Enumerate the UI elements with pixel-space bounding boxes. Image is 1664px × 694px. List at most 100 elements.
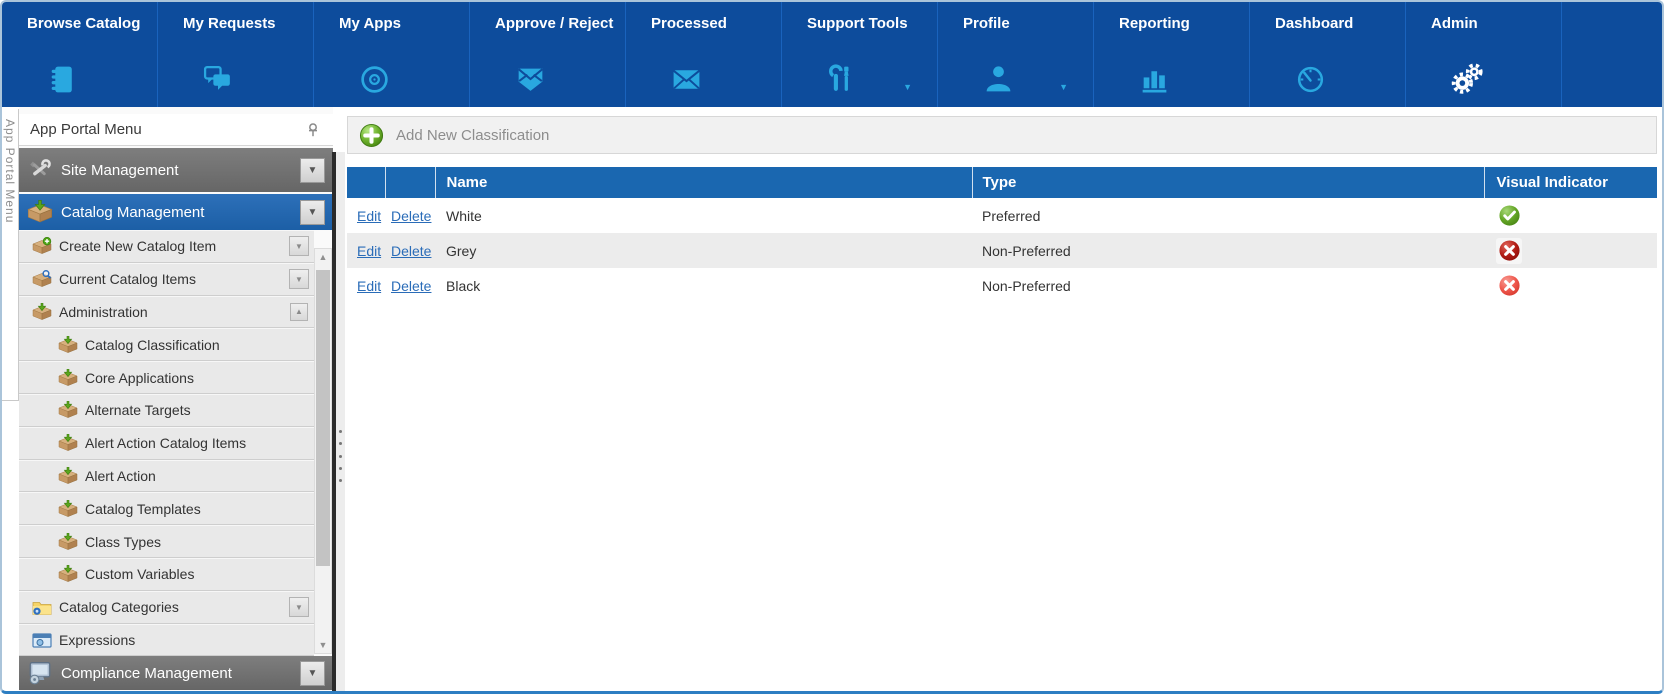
- tree-item-create-new-catalog-item[interactable]: Create New Catalog Item▼: [19, 230, 314, 263]
- item-dropdown-button[interactable]: ▼: [289, 269, 309, 289]
- tree-item-label: Alternate Targets: [85, 402, 314, 418]
- section-dropdown-button[interactable]: ▼: [300, 200, 325, 225]
- window-icon: [32, 631, 52, 649]
- tree-item-catalog-classification[interactable]: Catalog Classification: [19, 328, 314, 361]
- add-new-classification-button[interactable]: Add New Classification: [347, 116, 1657, 154]
- nav-item-label: Admin: [1431, 15, 1555, 32]
- vertical-tab-label: App Portal Menu: [3, 119, 17, 223]
- tools-icon: [826, 63, 859, 96]
- column-header-actions-0: [347, 167, 385, 198]
- delete-link[interactable]: Delete: [391, 208, 431, 224]
- name-cell: Black: [435, 268, 972, 303]
- table-header-row: NameTypeVisual Indicator: [347, 167, 1657, 198]
- tree-item-label: Catalog Categories: [59, 599, 289, 615]
- edit-link[interactable]: Edit: [357, 278, 381, 294]
- gauge-icon: [1294, 63, 1327, 96]
- envelope-shield-icon: [514, 63, 547, 96]
- nav-item-my-apps[interactable]: My Apps: [314, 2, 470, 107]
- scrollbar-thumb[interactable]: [316, 270, 330, 566]
- tree-item-alternate-targets[interactable]: Alternate Targets: [19, 394, 314, 427]
- delete-link[interactable]: Delete: [391, 278, 431, 294]
- edit-link[interactable]: Edit: [357, 243, 381, 259]
- chevron-down-icon[interactable]: ▼: [1059, 82, 1068, 92]
- nav-item-profile[interactable]: Profile ▼: [938, 2, 1094, 107]
- nav-item-approve-reject[interactable]: Approve / Reject: [470, 2, 626, 107]
- table-row-white: EditDeleteWhitePreferred: [347, 198, 1657, 233]
- item-dropdown-button[interactable]: ▼: [289, 597, 309, 617]
- nav-item-label: Browse Catalog: [27, 15, 151, 32]
- tree-item-expressions[interactable]: Expressions: [19, 624, 314, 657]
- section-label: Site Management: [61, 162, 300, 179]
- nav-item-label: Profile: [963, 15, 1087, 32]
- splitter-grip-icon: [339, 430, 342, 482]
- column-header-type: Type: [972, 167, 1484, 198]
- chevron-down-icon[interactable]: ▼: [903, 82, 912, 92]
- item-dropdown-button[interactable]: ▼: [289, 236, 309, 256]
- tree-item-custom-variables[interactable]: Custom Variables: [19, 558, 314, 591]
- crossed-tools-icon: [27, 158, 53, 182]
- tree-item-alert-action[interactable]: Alert Action: [19, 460, 314, 493]
- section-dropdown-button[interactable]: ▼: [300, 661, 325, 686]
- scroll-up-arrow[interactable]: ▲: [315, 249, 331, 265]
- tree-item-label: Administration: [59, 304, 290, 320]
- app-portal-menu-panel: App Portal Menu Site Management▼Catalog …: [19, 107, 333, 694]
- nav-item-browse-catalog[interactable]: Browse Catalog: [2, 2, 158, 107]
- tree-item-label: Catalog Templates: [85, 501, 314, 517]
- box-arrow-icon: [58, 336, 78, 354]
- box-arrow-icon: [32, 303, 52, 321]
- folder-gear-icon: [32, 598, 52, 616]
- nav-filler: [1562, 2, 1662, 107]
- sidebar-section-compliance-management[interactable]: Compliance Management▼: [19, 656, 333, 690]
- tree-item-label: Current Catalog Items: [59, 271, 289, 287]
- box-arrow-icon: [58, 467, 78, 485]
- tree-item-catalog-templates[interactable]: Catalog Templates: [19, 492, 314, 525]
- box-search-icon: [32, 270, 52, 288]
- sidebar-section-site-management[interactable]: Site Management▼: [19, 148, 333, 192]
- section-label: Catalog Management: [61, 204, 300, 221]
- nav-item-my-requests[interactable]: My Requests: [158, 2, 314, 107]
- column-header-actions-1: [385, 167, 435, 198]
- tree-item-administration[interactable]: Administration▲: [19, 296, 314, 329]
- tree-item-label: Core Applications: [85, 370, 314, 386]
- app-portal-window: Browse Catalog My Requests My Apps Approve …: [0, 0, 1664, 694]
- nav-item-support-tools[interactable]: Support Tools ▼: [782, 2, 938, 107]
- type-cell: Non-Preferred: [972, 233, 1484, 268]
- section-label: Compliance Management: [61, 665, 300, 682]
- section-dropdown-button[interactable]: ▼: [300, 158, 325, 183]
- person-icon: [982, 63, 1015, 96]
- tree-item-core-applications[interactable]: Core Applications: [19, 361, 314, 394]
- delete-link[interactable]: Delete: [391, 243, 431, 259]
- nav-item-reporting[interactable]: Reporting: [1094, 2, 1250, 107]
- nav-item-admin[interactable]: Admin: [1406, 2, 1562, 107]
- panel-splitter[interactable]: [336, 152, 345, 692]
- sidebar-section-catalog-management[interactable]: Catalog Management▼: [19, 194, 333, 230]
- tree-item-alert-action-catalog-items[interactable]: Alert Action Catalog Items: [19, 427, 314, 460]
- tree-item-label: Class Types: [85, 534, 314, 550]
- nav-item-label: Support Tools: [807, 15, 931, 32]
- nav-item-label: Processed: [651, 15, 775, 32]
- sidebar-scrollbar[interactable]: ▲ ▼: [314, 248, 332, 654]
- box-arrow-icon: [58, 500, 78, 518]
- chat-bubbles-icon: [202, 63, 235, 96]
- nav-item-processed[interactable]: Processed: [626, 2, 782, 107]
- envelope-icon: [670, 63, 703, 96]
- nav-item-label: Approve / Reject: [495, 15, 619, 32]
- nav-item-label: My Requests: [183, 15, 307, 32]
- box-plus-icon: [32, 237, 52, 255]
- nav-item-dashboard[interactable]: Dashboard: [1250, 2, 1406, 107]
- tree-item-class-types[interactable]: Class Types: [19, 525, 314, 558]
- name-cell: White: [435, 198, 972, 233]
- bar-chart-icon: [1138, 63, 1171, 96]
- scroll-down-arrow[interactable]: ▼: [315, 637, 331, 653]
- app-portal-menu-vertical-tab[interactable]: App Portal Menu: [2, 109, 19, 401]
- add-new-classification-label: Add New Classification: [396, 127, 549, 144]
- item-collapse-button[interactable]: ▲: [290, 303, 308, 321]
- tree-item-label: Create New Catalog Item: [59, 238, 289, 254]
- red-x-icon: [1496, 273, 1522, 299]
- tree-item-current-catalog-items[interactable]: Current Catalog Items▼: [19, 263, 314, 296]
- green-check-icon: [1496, 203, 1522, 229]
- nav-item-label: Dashboard: [1275, 15, 1399, 32]
- edit-link[interactable]: Edit: [357, 208, 381, 224]
- tree-item-catalog-categories[interactable]: Catalog Categories▼: [19, 591, 314, 624]
- pushpin-icon[interactable]: [305, 122, 321, 138]
